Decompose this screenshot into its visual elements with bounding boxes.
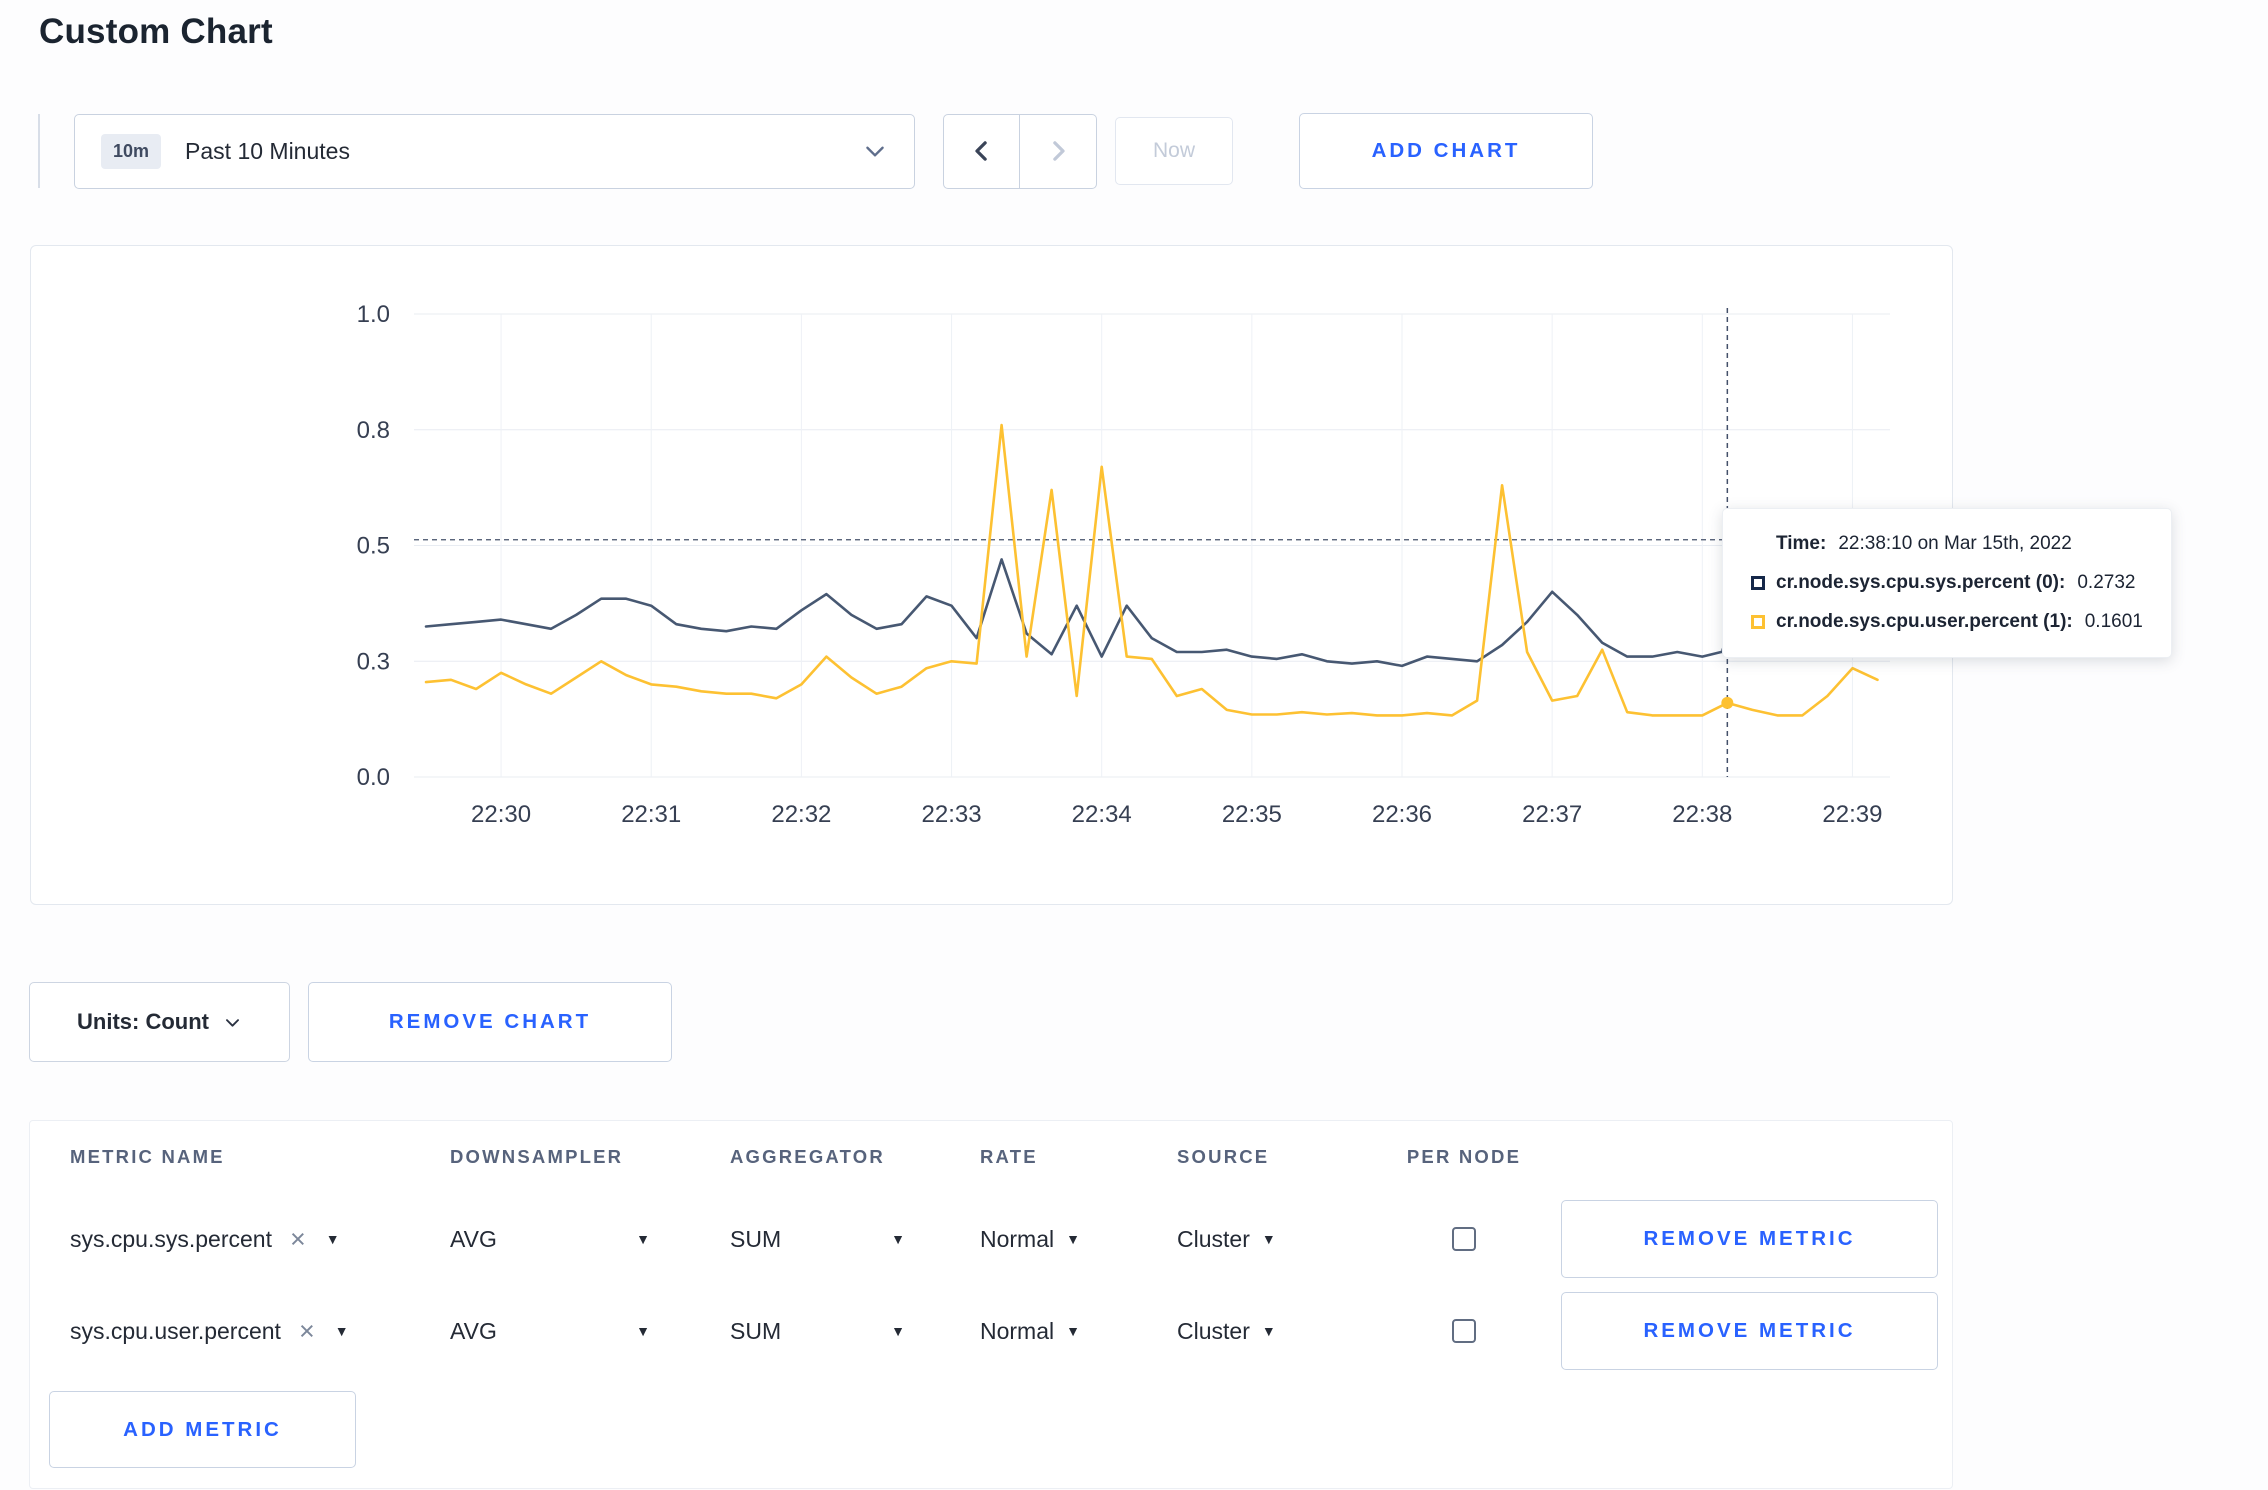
line-chart[interactable]: 0.0 0.3 0.5 0.8 1.0 22:30 22:31 22:32 22:33 22:34… [31,246,1952,904]
remove-chart-button[interactable]: REMOVE CHART [308,982,672,1062]
add-chart-button[interactable]: ADD CHART [1299,113,1593,189]
units-label: Units: Count [77,1009,209,1034]
toolbar: 10m Past 10 Minutes Now ADD CHART [38,112,2268,190]
series-swatch-icon [1751,576,1765,590]
column-header-source: SOURCE [1177,1146,1270,1167]
chart-tooltip: Time: 22:38:10 on Mar 15th, 2022 cr.node… [1722,508,2172,658]
swatch-spacer [1751,537,1765,551]
time-window-badge: 10m [101,133,162,169]
caret-down-icon: ▼ [636,1323,650,1339]
rate-value: Normal [980,1225,1055,1252]
svg-text:22:37: 22:37 [1522,801,1582,828]
caret-down-icon: ▼ [891,1323,905,1339]
metric-name-label: sys.cpu.sys.percent [70,1225,272,1252]
svg-text:0.5: 0.5 [357,533,390,560]
tooltip-time-value: 22:38:10 on Mar 15th, 2022 [1838,533,2072,554]
tooltip-series-row: cr.node.sys.cpu.user.percent (1): 0.1601 [1751,611,2143,633]
chart-card: 0.0 0.3 0.5 0.8 1.0 22:30 22:31 22:32 22:33 22:34… [30,245,2172,905]
column-header-per-node: PER NODE [1406,1146,1522,1167]
time-pager [943,113,1097,189]
now-button[interactable]: Now [1115,117,1233,185]
per-node-checkbox[interactable] [1452,1227,1476,1251]
svg-text:22:32: 22:32 [771,801,831,828]
metric-name-dropdown[interactable]: sys.cpu.user.percent × ▼ [70,1317,349,1345]
tooltip-series-value: 0.2732 [2077,572,2136,593]
time-window-label: Past 10 Minutes [185,137,350,164]
column-header-metric-name: METRIC NAME [70,1146,225,1167]
page-title: Custom Chart [39,12,273,51]
chevron-down-icon [866,146,884,157]
metric-name-label: sys.cpu.user.percent [70,1317,281,1344]
rate-dropdown[interactable]: Normal ▼ [980,1226,1080,1253]
svg-text:22:30: 22:30 [471,801,531,828]
source-value: Cluster [1177,1225,1250,1252]
chevron-right-icon [1053,141,1065,161]
metrics-table-header: METRIC NAME DOWNSAMPLER AGGREGATOR RATE SOUR… [30,1121,1952,1193]
units-row: Units: Count REMOVE CHART [29,982,2268,1062]
source-value: Cluster [1177,1317,1250,1344]
caret-down-icon: ▼ [636,1231,650,1247]
column-header-downsampler: DOWNSAMPLER [450,1146,624,1167]
svg-text:22:35: 22:35 [1222,801,1282,828]
column-header-aggregator: AGGREGATOR [730,1146,885,1167]
aggregator-dropdown[interactable]: SUM ▼ [730,1318,905,1345]
per-node-checkbox[interactable] [1452,1319,1476,1343]
aggregator-dropdown[interactable]: SUM ▼ [730,1226,905,1253]
series-swatch-icon [1751,615,1765,629]
tooltip-time-label: Time: [1776,533,1827,554]
tooltip-series-name: cr.node.sys.cpu.user.percent (1): [1776,611,2073,632]
svg-text:0.8: 0.8 [357,417,390,444]
aggregator-value: SUM [730,1317,782,1344]
downsampler-dropdown[interactable]: AVG ▼ [450,1318,650,1345]
svg-text:1.0: 1.0 [357,301,390,328]
tooltip-series-name: cr.node.sys.cpu.sys.percent (0): [1776,572,2066,593]
downsampler-value: AVG [450,1317,497,1344]
svg-text:22:38: 22:38 [1672,801,1732,828]
source-dropdown[interactable]: Cluster ▼ [1177,1226,1276,1253]
metric-row: sys.cpu.user.percent × ▼ AVG ▼ SUM ▼ Normal ▼ Clu… [30,1285,1952,1377]
add-metric-button[interactable]: ADD METRIC [49,1391,356,1468]
remove-metric-button[interactable]: REMOVE METRIC [1561,1200,1938,1278]
svg-text:22:39: 22:39 [1822,801,1882,828]
clear-metric-icon[interactable]: × [299,1317,315,1345]
downsampler-value: AVG [450,1225,497,1252]
svg-text:22:34: 22:34 [1072,801,1132,828]
caret-down-icon: ▼ [1066,1231,1080,1247]
chevron-left-icon [974,141,987,161]
custom-chart-page: Custom Chart 10m Past 10 Minutes Now ADD… [0,12,2268,1489]
next-time-button[interactable] [1020,113,1097,189]
caret-down-icon: ▼ [325,1231,340,1247]
caret-down-icon: ▼ [334,1323,349,1339]
caret-down-icon: ▼ [1261,1323,1276,1339]
metric-name-dropdown[interactable]: sys.cpu.sys.percent × ▼ [70,1225,340,1253]
chevron-down-icon [225,1018,239,1027]
clear-metric-icon[interactable]: × [290,1225,306,1253]
svg-text:0.0: 0.0 [357,764,390,791]
prev-time-button[interactable] [943,113,1020,189]
remove-metric-button[interactable]: REMOVE METRIC [1561,1292,1938,1370]
downsampler-dropdown[interactable]: AVG ▼ [450,1226,650,1253]
metric-row: sys.cpu.sys.percent × ▼ AVG ▼ SUM ▼ Normal ▼ Clus… [30,1193,1952,1285]
tooltip-series-value: 0.1601 [2084,611,2143,632]
rate-dropdown[interactable]: Normal ▼ [980,1318,1080,1345]
tooltip-time-row: Time: 22:38:10 on Mar 15th, 2022 [1751,533,2143,555]
caret-down-icon: ▼ [1066,1323,1080,1339]
caret-down-icon: ▼ [891,1231,905,1247]
aggregator-value: SUM [730,1225,782,1252]
metrics-table: METRIC NAME DOWNSAMPLER AGGREGATOR RATE SOUR… [29,1120,1953,1489]
tooltip-series-row: cr.node.sys.cpu.sys.percent (0): 0.2732 [1751,572,2143,594]
svg-text:0.3: 0.3 [357,648,390,675]
units-dropdown[interactable]: Units: Count [29,982,290,1062]
time-window-dropdown[interactable]: 10m Past 10 Minutes [74,113,915,189]
svg-text:22:36: 22:36 [1372,801,1432,828]
rate-value: Normal [980,1317,1055,1344]
source-dropdown[interactable]: Cluster ▼ [1177,1318,1276,1345]
toolbar-divider [38,114,40,188]
caret-down-icon: ▼ [1261,1231,1276,1247]
svg-text:22:33: 22:33 [922,801,982,828]
column-header-rate: RATE [980,1146,1038,1167]
svg-text:22:31: 22:31 [621,801,681,828]
